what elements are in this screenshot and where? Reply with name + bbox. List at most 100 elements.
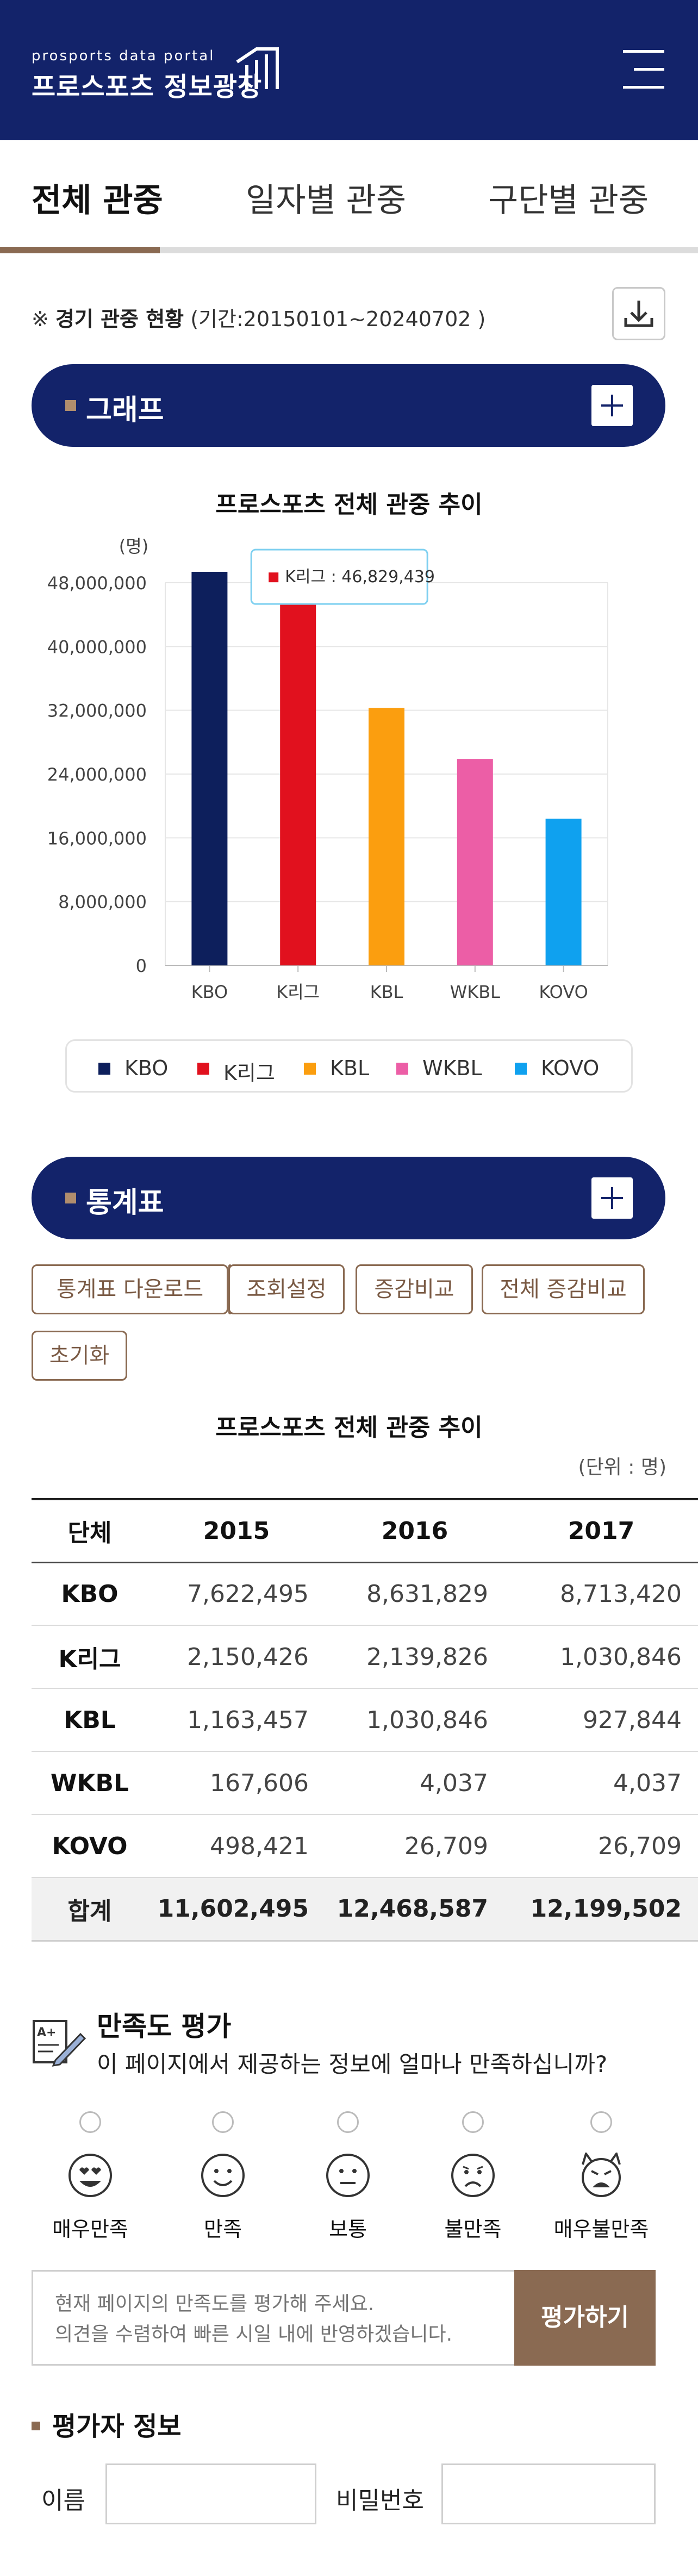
table-title: 프로스포츠 전체 관중 추이 bbox=[215, 1414, 483, 1442]
value-cell: 167,606 bbox=[148, 1751, 325, 1815]
legend-swatch bbox=[515, 1063, 527, 1075]
info-period: (기간:20150101~20240702 ) bbox=[184, 307, 486, 331]
reset-button[interactable]: 초기화 bbox=[32, 1331, 127, 1381]
y-tick-label: 0 bbox=[136, 956, 147, 976]
value-cell: 4,037 bbox=[325, 1751, 504, 1815]
section-bullet bbox=[65, 400, 76, 411]
rating-neutral[interactable]: 보통 bbox=[283, 2111, 413, 2242]
graph-section-header[interactable]: 그래프 bbox=[32, 364, 665, 447]
legend-swatch bbox=[197, 1063, 209, 1075]
rating-satisfied[interactable]: 만족 bbox=[158, 2111, 288, 2242]
legend-label: KBO bbox=[124, 1056, 169, 1080]
query-settings-button[interactable]: 조회설정 bbox=[228, 1264, 345, 1314]
frowning-face-icon bbox=[451, 2154, 495, 2197]
feedback-textarea[interactable] bbox=[32, 2270, 514, 2366]
legend-label: K리그 bbox=[223, 1061, 275, 1085]
y-tick-label: 24,000,000 bbox=[47, 764, 147, 785]
value-cell: 927,844 bbox=[504, 1688, 698, 1752]
tab-daily-attendance[interactable]: 일자별 관중 bbox=[246, 174, 406, 221]
y-tick-label: 40,000,000 bbox=[47, 637, 147, 657]
stats-section-header[interactable]: 통계표 bbox=[32, 1157, 665, 1239]
table-row: KBO 7,622,495 8,631,829 8,713,420 bbox=[32, 1562, 698, 1626]
y-axis-unit-label: (명) bbox=[119, 536, 148, 557]
org-name-cell: K리그 bbox=[32, 1625, 148, 1689]
tab-club-attendance[interactable]: 구단별 관중 bbox=[488, 174, 649, 221]
download-icon bbox=[624, 301, 653, 327]
value-cell: 498,421 bbox=[148, 1814, 325, 1878]
value-cell: 8,713,420 bbox=[504, 1562, 698, 1626]
name-input[interactable] bbox=[105, 2463, 316, 2524]
legend-swatch bbox=[396, 1063, 408, 1075]
tab-total-attendance[interactable]: 전체 관중 bbox=[32, 174, 163, 221]
site-logo[interactable]: prosports data portal 프로스포츠 정보광장 bbox=[32, 48, 262, 103]
table-header-row: 단체 2015 2016 2017 bbox=[32, 1498, 698, 1563]
logo-building-icon bbox=[236, 47, 279, 89]
table-download-button[interactable]: 통계표 다운로드 bbox=[32, 1264, 228, 1314]
survey-pencil-icon: A+ bbox=[33, 2020, 86, 2067]
download-button[interactable] bbox=[612, 287, 665, 340]
rating-radio[interactable] bbox=[212, 2111, 234, 2133]
total-value-cell: 11,602,495 bbox=[148, 1878, 325, 1942]
org-name-cell: WKBL bbox=[32, 1751, 148, 1815]
submit-rating-button[interactable]: 평가하기 bbox=[514, 2270, 656, 2366]
org-name-cell: KOVO bbox=[32, 1814, 148, 1878]
rating-label: 불만족 bbox=[444, 2217, 502, 2241]
heading-bullet bbox=[32, 2422, 40, 2430]
rating-label: 매우만족 bbox=[52, 2217, 128, 2241]
compare-change-button[interactable]: 증감비교 bbox=[356, 1264, 473, 1314]
chart-title: 프로스포츠 전체 관중 추이 bbox=[215, 491, 483, 519]
hamburger-menu-icon[interactable] bbox=[623, 50, 664, 89]
smiling-face-icon bbox=[201, 2154, 245, 2197]
logo-korean-text: 프로스포츠 정보광장 bbox=[32, 72, 263, 102]
satisfaction-title: 만족도 평가 bbox=[97, 2011, 232, 2042]
legend-label: WKBL bbox=[422, 1056, 482, 1080]
stats-expand-plus-icon[interactable] bbox=[591, 1177, 633, 1219]
table-row: KBL 1,163,457 1,030,846 927,844 bbox=[32, 1688, 698, 1752]
password-input[interactable] bbox=[441, 2463, 656, 2524]
table-header-cell: 단체 bbox=[32, 1498, 148, 1563]
rating-radio[interactable] bbox=[337, 2111, 359, 2133]
total-value-cell: 12,468,587 bbox=[325, 1878, 504, 1942]
svg-text:A+: A+ bbox=[37, 2026, 56, 2039]
tooltip-swatch bbox=[269, 572, 279, 583]
tooltip-text: K리그 : 46,829,439 bbox=[285, 567, 435, 587]
rating-label: 만족 bbox=[204, 2217, 242, 2241]
satisfaction-question: 이 페이지에서 제공하는 정보에 얼마나 만족하십니까? bbox=[97, 2051, 608, 2078]
rating-radio[interactable] bbox=[79, 2111, 101, 2133]
evaluator-info-title: 평가자 정보 bbox=[52, 2411, 182, 2442]
attendance-table: 단체 2015 2016 2017 KBO 7,622,495 8,631,82… bbox=[32, 1498, 698, 1942]
rating-label: 매우불만족 bbox=[553, 2217, 649, 2241]
table-row: WKBL 167,606 4,037 4,037 bbox=[32, 1751, 698, 1815]
graph-expand-plus-icon[interactable] bbox=[591, 385, 633, 426]
table-row: K리그 2,150,426 2,139,826 1,030,846 bbox=[32, 1625, 698, 1689]
value-cell: 7,622,495 bbox=[148, 1562, 325, 1626]
rating-very-satisfied[interactable]: 매우만족 bbox=[25, 2111, 155, 2242]
value-cell: 4,037 bbox=[504, 1751, 698, 1815]
legend-label: KBL bbox=[330, 1056, 370, 1080]
section-bullet bbox=[65, 1193, 76, 1203]
value-cell: 1,030,846 bbox=[325, 1688, 504, 1752]
attendance-status-info: ※ 경기 관중 현황 (기간:20150101~20240702 ) bbox=[32, 302, 485, 332]
value-cell: 8,631,829 bbox=[325, 1562, 504, 1626]
x-tick-label: KBL bbox=[370, 982, 403, 1002]
neutral-face-icon bbox=[326, 2154, 370, 2197]
org-name-cell: KBL bbox=[32, 1688, 148, 1752]
rating-radio[interactable] bbox=[590, 2111, 612, 2133]
rating-dissatisfied[interactable]: 불만족 bbox=[408, 2111, 538, 2242]
graph-section-title: 그래프 bbox=[86, 394, 164, 427]
info-prefix: ※ bbox=[32, 307, 55, 331]
bar-kbl bbox=[369, 708, 404, 965]
y-tick-label: 48,000,000 bbox=[47, 573, 147, 594]
evaluator-info-heading: 평가자 정보 bbox=[32, 2405, 182, 2443]
heart-eyes-face-icon bbox=[68, 2154, 112, 2197]
table-header-cell: 2016 bbox=[325, 1498, 504, 1563]
tab-bar: 전체 관중 일자별 관중 구단별 관중 bbox=[0, 140, 698, 255]
compare-all-change-button[interactable]: 전체 증감비교 bbox=[482, 1264, 645, 1314]
table-header-cell: 2015 bbox=[148, 1498, 325, 1563]
table-header-cell: 2017 bbox=[504, 1498, 698, 1563]
rating-radio[interactable] bbox=[462, 2111, 484, 2133]
y-tick-label: 16,000,000 bbox=[47, 828, 147, 849]
rating-very-dissatisfied[interactable]: 매우불만족 bbox=[536, 2111, 666, 2242]
value-cell: 2,139,826 bbox=[325, 1625, 504, 1689]
chart-legend: KBO K리그 KBL WKBL KOVO bbox=[65, 1039, 633, 1093]
